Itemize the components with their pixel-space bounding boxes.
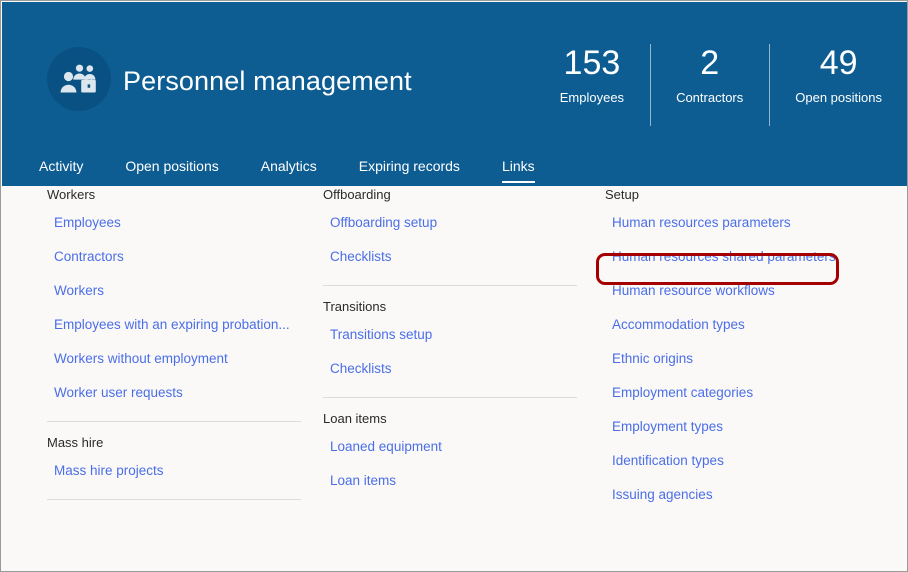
link-item[interactable]: Issuing agencies xyxy=(605,477,867,511)
link-group-title: Loan items xyxy=(323,411,387,426)
tab-analytics[interactable]: Analytics xyxy=(261,157,317,183)
link-group-title: Setup xyxy=(605,187,639,202)
link-group-title: Transitions xyxy=(323,299,387,314)
link-group-title: Offboarding xyxy=(323,187,391,202)
link-item[interactable]: Offboarding setup xyxy=(323,205,577,239)
link-group-mass-hire: Mass hire Mass hire projects xyxy=(47,434,301,487)
link-item[interactable]: Worker user requests xyxy=(47,375,301,409)
link-item[interactable]: Checklists xyxy=(323,351,577,385)
link-group-transitions: Transitions Transitions setup Checklists xyxy=(323,298,577,385)
link-group-setup: Setup Human resources parameters Human r… xyxy=(605,186,867,511)
personnel-management-workspace: Personnel management 153 Employees 2 Con… xyxy=(0,0,908,572)
link-list: Offboarding setup Checklists xyxy=(323,205,577,273)
link-list: Human resources parameters Human resourc… xyxy=(605,205,867,511)
link-list: Transitions setup Checklists xyxy=(323,317,577,385)
link-item[interactable]: Transitions setup xyxy=(323,317,577,351)
stat-open-positions-label: Open positions xyxy=(795,90,882,105)
stat-contractors-value: 2 xyxy=(700,44,720,82)
link-item[interactable]: Ethnic origins xyxy=(605,341,867,375)
link-list: Loaned equipment Loan items xyxy=(323,429,577,497)
tab-links[interactable]: Links xyxy=(501,157,535,183)
link-group-title: Workers xyxy=(47,187,96,202)
link-item-human-resources-parameters[interactable]: Human resources parameters xyxy=(605,205,867,239)
link-item[interactable]: Mass hire projects xyxy=(47,453,301,487)
links-column-workers: Workers Employees Contractors Workers Em… xyxy=(47,186,301,512)
stat-contractors: 2 Contractors xyxy=(650,42,769,126)
link-item[interactable]: Checklists xyxy=(323,239,577,273)
stat-contractors-label: Contractors xyxy=(676,90,744,105)
link-group-workers: Workers Employees Contractors Workers Em… xyxy=(47,186,301,409)
links-content-area: Workers Employees Contractors Workers Em… xyxy=(2,186,907,571)
page-header: Personnel management 153 Employees 2 Con… xyxy=(2,2,907,186)
link-group-loan-items: Loan items Loaned equipment Loan items xyxy=(323,410,577,497)
group-divider xyxy=(47,499,301,500)
tab-bar: Activity Open positions Analytics Expiri… xyxy=(39,157,535,183)
link-list: Mass hire projects xyxy=(47,453,301,487)
link-item[interactable]: Identification types xyxy=(605,443,867,477)
link-item[interactable]: Employees xyxy=(47,205,301,239)
stat-employees-value: 153 xyxy=(563,44,621,82)
link-item[interactable]: Accommodation types xyxy=(605,307,867,341)
link-group-offboarding: Offboarding Offboarding setup Checklists xyxy=(323,186,577,273)
header-stats: 153 Employees 2 Contractors 49 Open posi… xyxy=(534,42,907,126)
stat-employees: 153 Employees xyxy=(534,42,650,106)
links-column-offboarding: Offboarding Offboarding setup Checklists… xyxy=(323,186,577,497)
link-item[interactable]: Loan items xyxy=(323,463,577,497)
stat-employees-label: Employees xyxy=(559,90,625,105)
link-item[interactable]: Workers xyxy=(47,273,301,307)
tab-expiring-records[interactable]: Expiring records xyxy=(359,157,460,183)
link-item[interactable]: Human resource workflows xyxy=(605,273,867,307)
group-divider xyxy=(47,421,301,422)
tab-open-positions[interactable]: Open positions xyxy=(125,157,218,183)
link-item[interactable]: Employment categories xyxy=(605,375,867,409)
people-briefcase-icon xyxy=(47,47,111,111)
stat-open-positions: 49 Open positions xyxy=(769,42,907,126)
group-divider xyxy=(323,285,577,286)
link-item[interactable]: Contractors xyxy=(47,239,301,273)
link-item[interactable]: Employment types xyxy=(605,409,867,443)
page-title: Personnel management xyxy=(123,66,412,96)
link-item[interactable]: Human resources shared parameters xyxy=(605,239,867,273)
group-divider xyxy=(323,397,577,398)
tab-activity[interactable]: Activity xyxy=(39,157,83,183)
link-group-title: Mass hire xyxy=(47,435,104,450)
link-item[interactable]: Employees with an expiring probation... xyxy=(47,307,301,341)
link-list: Employees Contractors Workers Employees … xyxy=(47,205,301,409)
link-item[interactable]: Workers without employment xyxy=(47,341,301,375)
link-item[interactable]: Loaned equipment xyxy=(323,429,577,463)
stat-open-positions-value: 49 xyxy=(819,44,858,82)
links-column-setup: Setup Human resources parameters Human r… xyxy=(605,186,867,511)
